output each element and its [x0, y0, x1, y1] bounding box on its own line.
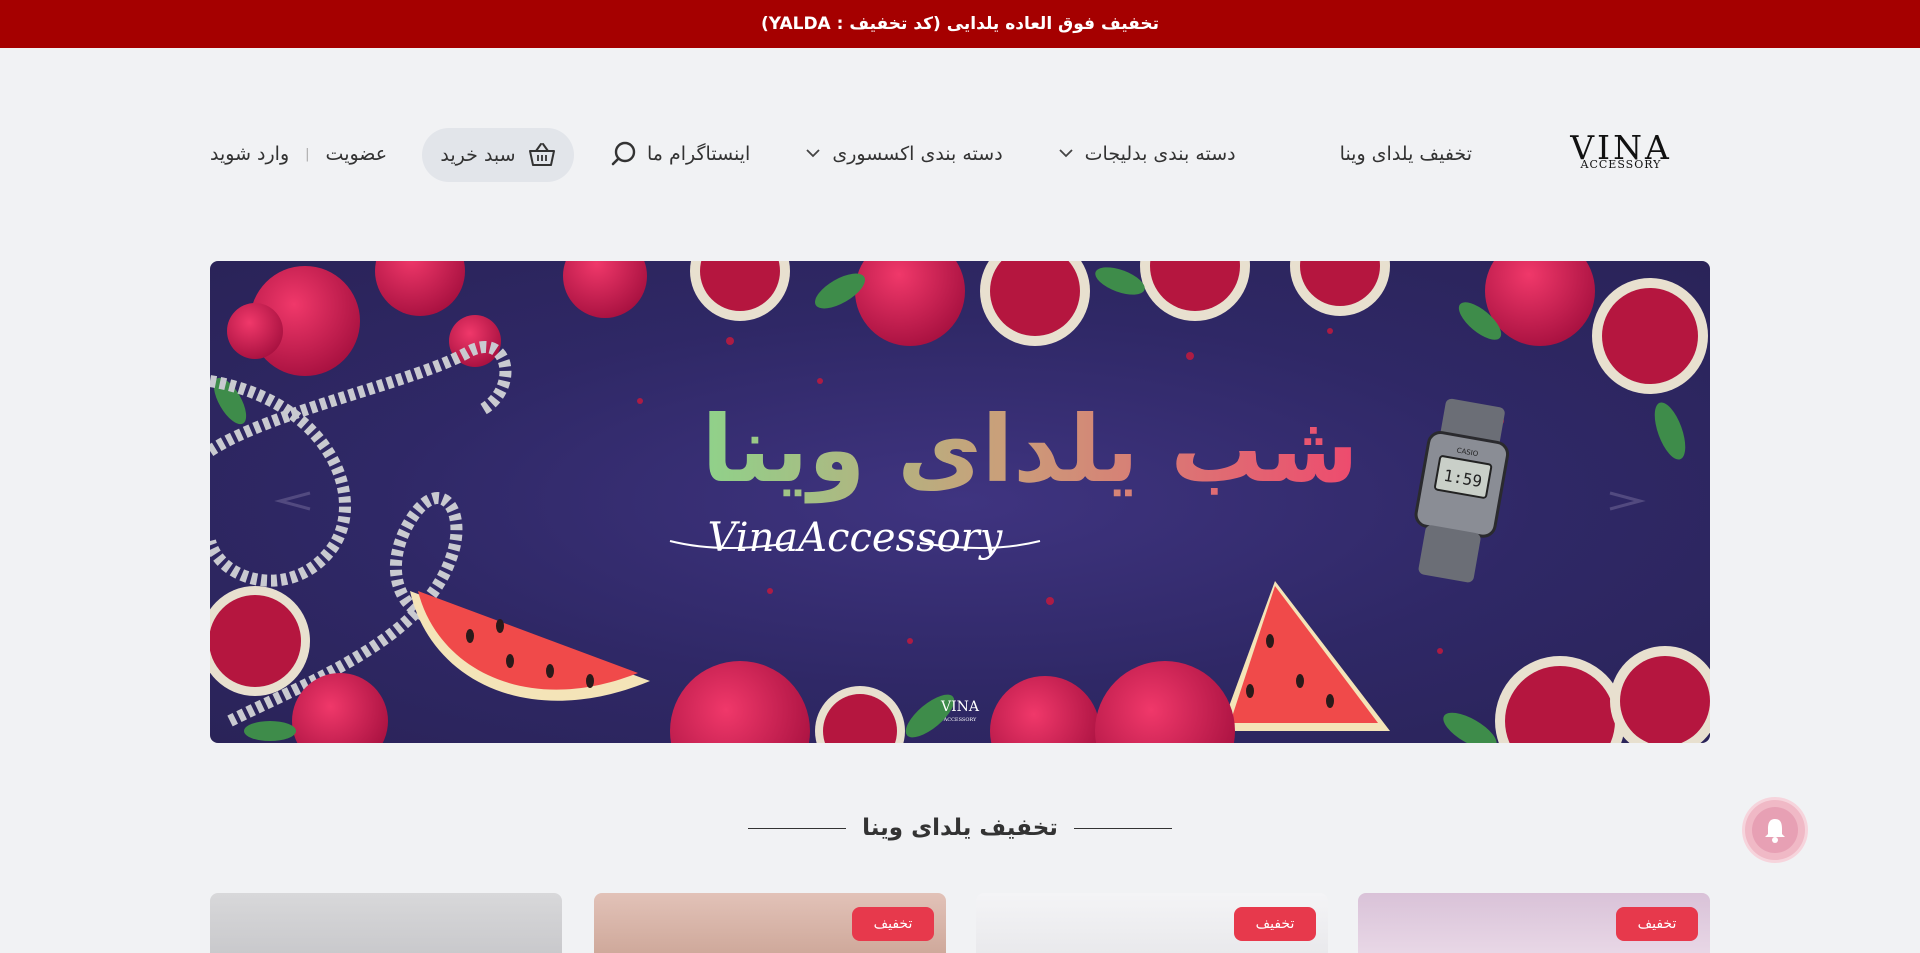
product-card[interactable]: تخفیف — [1358, 893, 1710, 953]
banner-brand-script: VinaAccessory — [708, 515, 1004, 561]
banner-title: شب یلدای وینا — [702, 396, 1359, 504]
nav-item-jewelry-categories[interactable]: دسته بندی بدلیجات — [1059, 126, 1236, 182]
nav-item-label: اینستاگرام ما — [646, 143, 751, 165]
nav-item-label: تخفیف یلدای وینا — [1339, 143, 1472, 165]
login-link[interactable]: وارد شوید — [210, 143, 289, 165]
chevron-down-icon — [1059, 146, 1073, 162]
announcement-text: تخفیف فوق العاده یلدایی (کد تخفیف : YALD… — [760, 14, 1160, 34]
discount-badge: تخفیف — [1616, 907, 1698, 941]
hero-banner[interactable]: 1:59 CASIO شب یلدای وینا VinaAccessory V… — [210, 261, 1710, 743]
nav-item-label: دسته بندی بدلیجات — [1084, 143, 1236, 165]
main-nav: تخفیف یلدای وینا دسته بندی بدلیجات دسته … — [647, 126, 1472, 182]
auth-divider: | — [305, 146, 310, 162]
product-card[interactable]: تخفیف — [976, 893, 1328, 953]
watch-illustration: 1:59 CASIO — [1414, 398, 1510, 583]
banner-next-arrow[interactable] — [1609, 491, 1646, 511]
banner-logo-sub: ACCESSORY — [943, 717, 977, 723]
site-header: VINA ACCESSORY تخفیف یلدای وینا دسته بند… — [210, 126, 1670, 182]
nav-item-yalda-discount[interactable]: تخفیف یلدای وینا — [1340, 126, 1472, 182]
search-button[interactable] — [610, 140, 638, 168]
chevron-down-icon — [806, 146, 820, 162]
auth-links: عضویت | وارد شوید — [210, 126, 387, 182]
cart-label: سبد خرید — [440, 144, 516, 166]
announcement-bar: تخفیف فوق العاده یلدایی (کد تخفیف : YALD… — [0, 0, 1920, 48]
section-title: تخفیف یلدای وینا — [862, 815, 1058, 841]
nav-item-instagram[interactable]: اینستاگرام ما — [647, 126, 750, 182]
product-row: تخفیف تخفیف تخفیف — [210, 893, 1710, 953]
notification-button[interactable] — [1745, 800, 1805, 860]
site-logo[interactable]: VINA ACCESSORY — [1570, 131, 1670, 176]
nav-item-label: دسته بندی اکسسوری — [832, 143, 1003, 165]
search-icon — [611, 141, 636, 166]
product-card[interactable] — [210, 893, 562, 953]
product-card[interactable]: تخفیف — [594, 893, 946, 953]
discount-badge: تخفیف — [1234, 907, 1316, 941]
bell-icon — [1752, 807, 1798, 853]
banner-artwork: 1:59 CASIO شب یلدای وینا VinaAccessory V… — [210, 261, 1710, 743]
basket-icon — [528, 143, 555, 166]
signup-link[interactable]: عضویت — [326, 143, 388, 165]
cart-button[interactable]: سبد خرید — [422, 128, 574, 182]
heading-divider — [1073, 827, 1172, 829]
banner-prev-arrow[interactable] — [274, 491, 311, 511]
section-heading: تخفیف یلدای وینا — [0, 808, 1920, 848]
heading-divider — [748, 827, 847, 829]
banner-logo: VINA — [940, 699, 980, 715]
nav-item-accessory-categories[interactable]: دسته بندی اکسسوری — [806, 126, 1003, 182]
discount-badge: تخفیف — [852, 907, 934, 941]
logo-sub: ACCESSORY — [1580, 158, 1662, 171]
